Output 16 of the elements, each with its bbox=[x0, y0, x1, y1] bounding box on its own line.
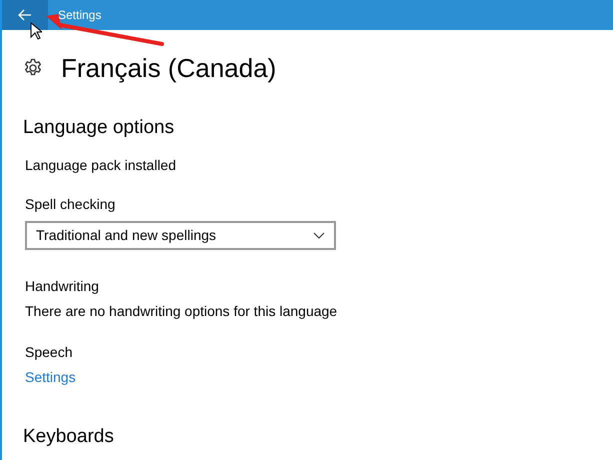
field-label: Handwriting bbox=[25, 276, 100, 296]
settings-link[interactable]: Settings bbox=[25, 366, 76, 388]
status-text: Language pack installed bbox=[25, 156, 178, 175]
info-text: There are no handwriting options for this language bbox=[25, 302, 338, 321]
field-label: Spell checking bbox=[25, 194, 116, 214]
chevron-down-icon bbox=[313, 232, 325, 238]
section-heading: Keyboards bbox=[23, 426, 115, 448]
page-title: Français (Canada) bbox=[61, 55, 276, 81]
spell-checking-dropdown[interactable]: Traditional and new spellings bbox=[25, 220, 336, 250]
gear-icon bbox=[23, 58, 43, 78]
back-button[interactable] bbox=[2, 0, 48, 30]
back-arrow-icon bbox=[18, 9, 32, 21]
window-title: Settings bbox=[58, 7, 102, 24]
field-label: Speech bbox=[25, 342, 74, 362]
section-heading: Language options bbox=[23, 116, 176, 140]
mouse-cursor-icon bbox=[30, 22, 42, 40]
